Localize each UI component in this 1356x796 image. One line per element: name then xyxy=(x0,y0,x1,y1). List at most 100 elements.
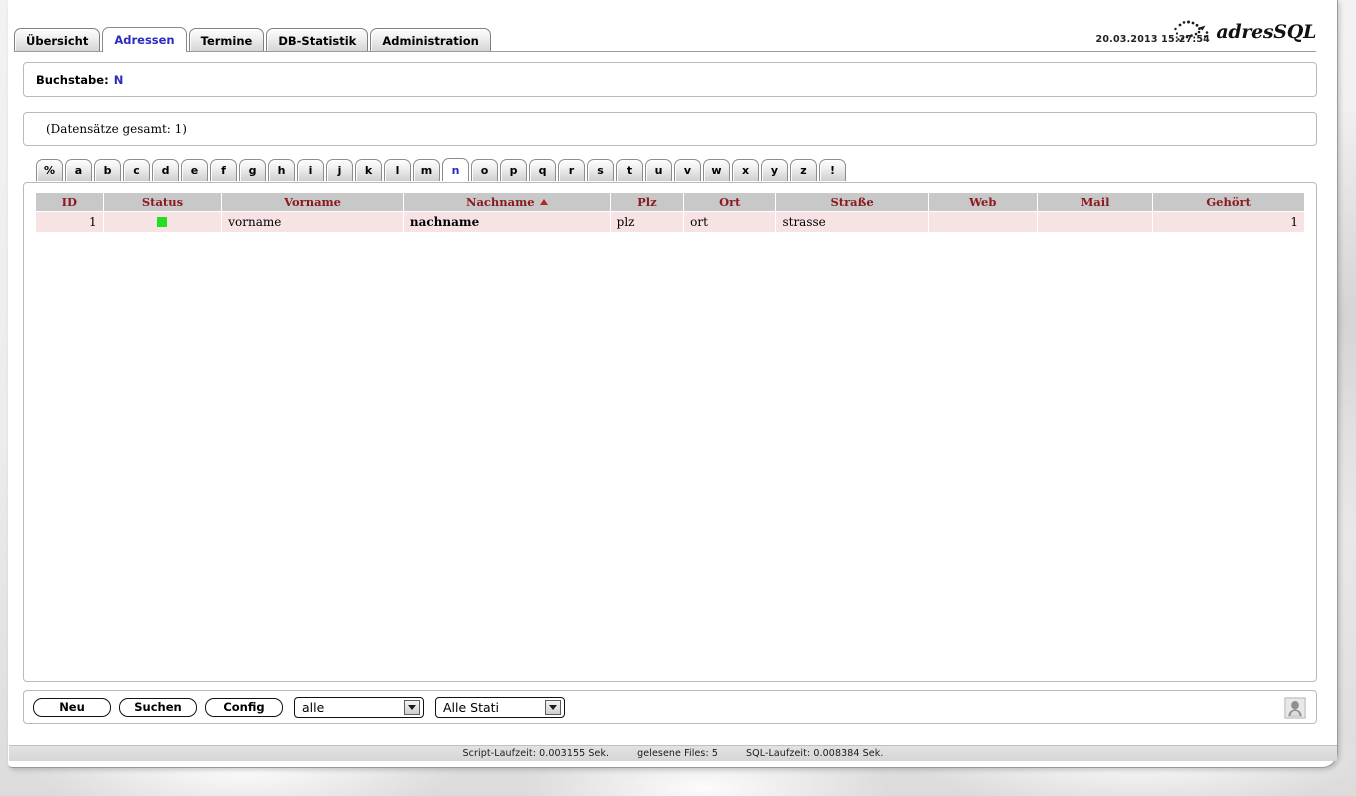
group-filter-select[interactable]: alle xyxy=(294,696,424,718)
alpha-button-x[interactable]: x xyxy=(732,159,759,181)
main-tab-bar: Übersicht Adressen Termine DB-Statistik Admi… xyxy=(14,26,491,52)
records-table-head: ID Status Vorname Nachname Plz Ort Straße Web Ma… xyxy=(36,193,1304,212)
alpha-button-q[interactable]: q xyxy=(529,159,556,181)
select-value: alle xyxy=(302,699,325,715)
status-footer: Script-Laufzeit: 0.003155 Sek. gelesene F… xyxy=(9,745,1337,761)
alpha-button-b[interactable]: b xyxy=(94,159,121,181)
toolbar-button-group: Neu Suchen Config xyxy=(24,697,283,717)
cell-web xyxy=(928,211,1038,233)
record-count-panel: (Datensätze gesamt: 1) xyxy=(23,112,1317,146)
alpha-button-%[interactable]: % xyxy=(36,159,63,181)
alpha-button-w[interactable]: w xyxy=(703,159,730,181)
table-header-row: ID Status Vorname Nachname Plz Ort Straße Web Ma… xyxy=(36,193,1304,212)
chevron-down-icon[interactable] xyxy=(404,699,420,715)
alpha-button-j[interactable]: j xyxy=(326,159,353,181)
table-row[interactable]: 1 vorname nachname plz ort strasse 1 xyxy=(36,211,1304,233)
column-header-label: Nachname xyxy=(465,194,535,209)
footer-stat-2: SQL-Laufzeit: 0.008384 Sek. xyxy=(746,748,884,759)
cell-ort: ort xyxy=(683,211,777,233)
tab-termine[interactable]: Termine xyxy=(188,28,265,52)
alpha-button-c[interactable]: c xyxy=(123,159,150,181)
records-panel xyxy=(23,182,1317,682)
alpha-button-i[interactable]: i xyxy=(297,159,324,181)
alpha-button-e[interactable]: e xyxy=(181,159,208,181)
letter-filter-label: Buchstabe: xyxy=(36,72,109,87)
alpha-button-n[interactable]: n xyxy=(442,158,469,181)
column-header-stra-e[interactable]: Straße xyxy=(775,193,929,212)
cell-nachname: nachname xyxy=(403,211,611,233)
alpha-button-u[interactable]: u xyxy=(645,159,672,181)
swirl-dots-icon xyxy=(1172,19,1214,45)
records-table: ID Status Vorname Nachname Plz Ort Straße Web Ma… xyxy=(36,193,1304,233)
column-header-ort[interactable]: Ort xyxy=(683,193,777,212)
tab-bar-underline xyxy=(14,51,1316,52)
records-table-body: 1 vorname nachname plz ort strasse 1 xyxy=(36,211,1304,233)
letter-filter-panel: Buchstabe: N xyxy=(23,62,1317,97)
column-header-mail[interactable]: Mail xyxy=(1037,193,1154,212)
column-header-label: Gehört xyxy=(1206,194,1251,209)
bottom-toolbar: Neu Suchen Config alle Alle Stati xyxy=(23,690,1317,724)
alpha-button-v[interactable]: v xyxy=(674,159,701,181)
record-count-text: (Datensätze gesamt: 1) xyxy=(46,122,187,136)
user-avatar-icon[interactable] xyxy=(1283,696,1307,720)
column-header-label: Ort xyxy=(719,194,741,209)
tab-db-statistik[interactable]: DB-Statistik xyxy=(266,28,369,52)
alpha-button-a[interactable]: a xyxy=(65,159,92,181)
column-header-id[interactable]: ID xyxy=(36,193,104,212)
column-header-web[interactable]: Web xyxy=(928,193,1038,212)
cell-strasse: strasse xyxy=(775,211,929,233)
alphabet-filter-bar: % a b c d e f g h i j k l m n o p q r s t u v w x y z! xyxy=(36,157,846,181)
column-header-label: Vorname xyxy=(284,194,342,209)
status-filter-select[interactable]: Alle Stati xyxy=(435,696,565,718)
column-header-status[interactable]: Status xyxy=(103,193,223,212)
column-header-vorname[interactable]: Vorname xyxy=(221,193,404,212)
neu-button[interactable]: Neu xyxy=(33,697,111,717)
alpha-button-t[interactable]: t xyxy=(616,159,643,181)
alpha-button-k[interactable]: k xyxy=(355,159,382,181)
alpha-button-h[interactable]: h xyxy=(268,159,295,181)
column-header-label: Plz xyxy=(637,194,657,209)
alpha-button-d[interactable]: d xyxy=(152,159,179,181)
cell-gehoert: 1 xyxy=(1152,211,1304,233)
column-header-nachname[interactable]: Nachname xyxy=(403,193,611,212)
column-header-label: Straße xyxy=(830,194,874,209)
alpha-button-![interactable]: ! xyxy=(819,159,846,181)
alpha-button-o[interactable]: o xyxy=(471,159,498,181)
cell-mail xyxy=(1037,211,1154,233)
alpha-button-r[interactable]: r xyxy=(558,159,585,181)
tab--bersicht[interactable]: Übersicht xyxy=(14,28,101,52)
toolbar-select-group: alle Alle Stati xyxy=(283,696,565,718)
column-header-label: Web xyxy=(969,194,997,209)
sort-ascending-icon xyxy=(539,198,548,205)
tab-administration[interactable]: Administration xyxy=(370,28,491,52)
alpha-button-l[interactable]: l xyxy=(384,159,411,181)
app-logo: adresSQL xyxy=(1172,19,1316,45)
cell-vorname: vorname xyxy=(221,211,404,233)
cell-id: 1 xyxy=(36,211,104,233)
alpha-button-g[interactable]: g xyxy=(239,159,266,181)
column-header-label: Status xyxy=(141,194,184,209)
column-header-plz[interactable]: Plz xyxy=(610,193,685,212)
letter-filter-value: N xyxy=(113,72,124,87)
column-header-label: Mail xyxy=(1080,194,1110,209)
alpha-button-y[interactable]: y xyxy=(761,159,788,181)
column-header-geh-rt[interactable]: Gehört xyxy=(1152,193,1304,212)
logo-text: adresSQL xyxy=(1216,21,1316,43)
page-root: Übersicht Adressen Termine DB-Statistik Admi… xyxy=(0,0,1356,796)
select-value: Alle Stati xyxy=(443,699,500,715)
alpha-button-m[interactable]: m xyxy=(413,159,440,181)
chevron-down-icon[interactable] xyxy=(545,699,561,715)
column-header-label: ID xyxy=(61,194,78,209)
status-ok-indicator xyxy=(157,217,168,227)
suchen-button[interactable]: Suchen xyxy=(119,697,197,717)
alpha-button-p[interactable]: p xyxy=(500,159,527,181)
tab-adressen[interactable]: Adressen xyxy=(102,27,187,52)
alpha-button-s[interactable]: s xyxy=(587,159,614,181)
alpha-button-f[interactable]: f xyxy=(210,159,237,181)
config-button[interactable]: Config xyxy=(205,697,283,717)
alpha-button-z[interactable]: z xyxy=(790,159,817,181)
cell-status xyxy=(103,211,223,233)
cell-plz: plz xyxy=(610,211,685,233)
footer-stat-1: gelesene Files: 5 xyxy=(637,748,719,759)
footer-stat-0: Script-Laufzeit: 0.003155 Sek. xyxy=(462,748,610,759)
